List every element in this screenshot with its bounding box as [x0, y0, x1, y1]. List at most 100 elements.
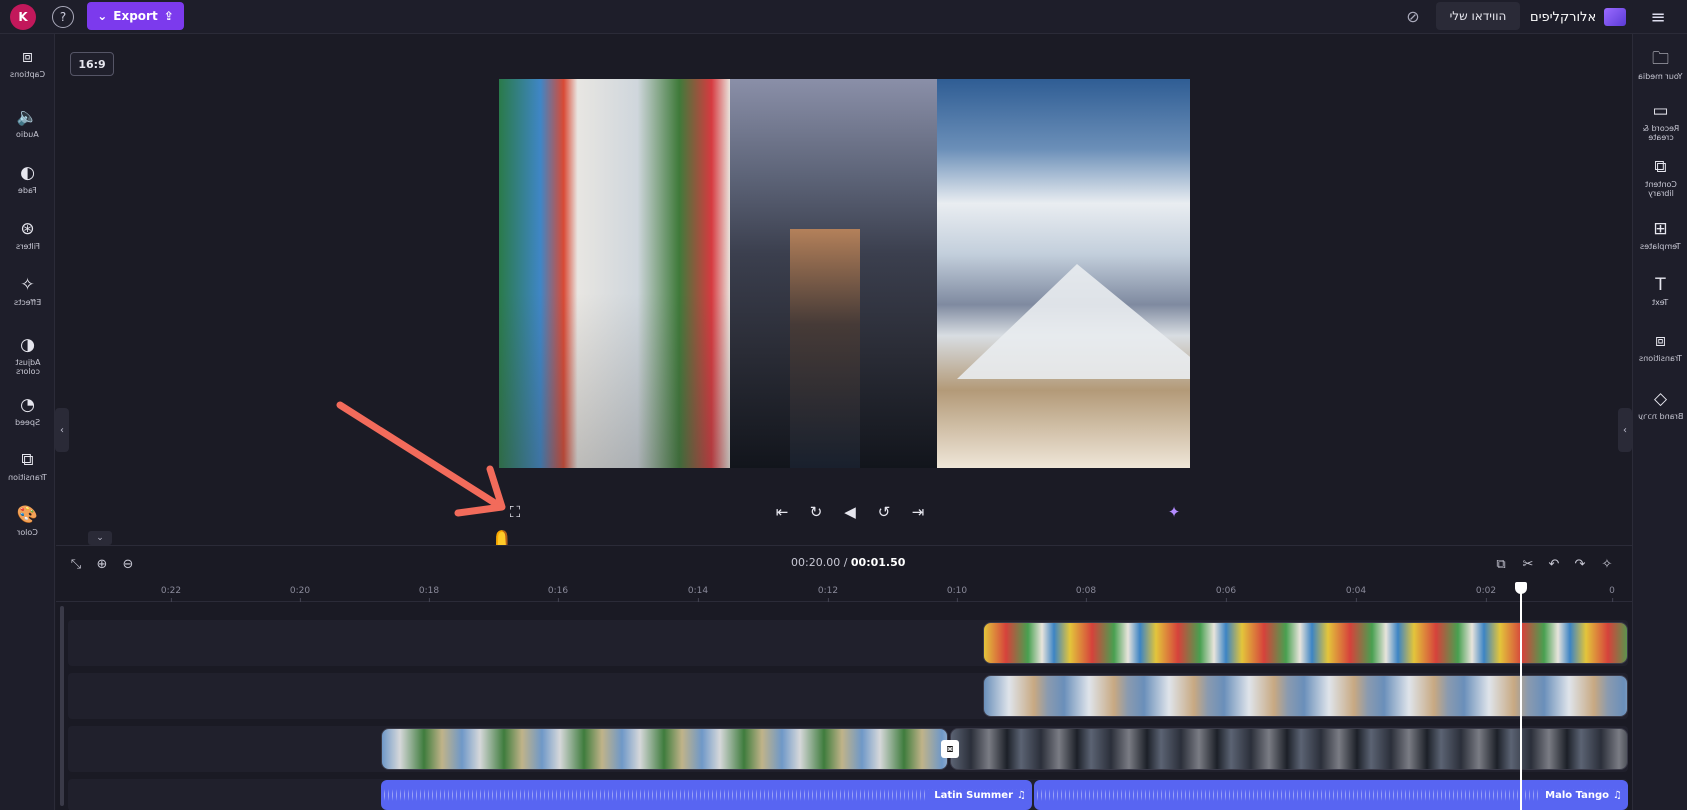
- ruler-tick: 0:10: [946, 586, 968, 602]
- transition-icon[interactable]: ⧈: [941, 740, 959, 758]
- scissors-icon[interactable]: ✂: [1518, 554, 1538, 574]
- brand-name: אלורקליפים: [1530, 9, 1597, 25]
- ruler-tick: 0:14: [687, 586, 709, 602]
- right-sidebar-item-icon: ▭: [1652, 101, 1669, 121]
- left-sidebar-item-icon: ◑: [20, 335, 35, 355]
- left-sidebar-item-label: Color: [17, 528, 38, 537]
- playhead[interactable]: [1515, 582, 1527, 810]
- zoom-in-icon[interactable]: ⊕: [92, 554, 112, 574]
- right-sidebar-item-icon: ⧉: [1654, 157, 1667, 177]
- left-sidebar-item-icon: ⧈: [22, 47, 33, 67]
- top-bar: K ? ⌄ Export ⇪ ⊘ הווידאו שלי אלורקליפים …: [0, 0, 1687, 34]
- add-media-icon[interactable]: ⧉: [1491, 554, 1511, 574]
- ruler-tick: 0:02: [1475, 586, 1497, 602]
- help-icon[interactable]: ?: [52, 6, 74, 28]
- video-clip-stadium[interactable]: [381, 728, 948, 770]
- vertical-scrollbar[interactable]: [60, 606, 64, 806]
- right-sidebar-item[interactable]: ⧈ Transitions: [1633, 330, 1687, 363]
- audio-clip-malo-tango[interactable]: Malo Tango ♫: [1034, 780, 1628, 810]
- current-time: 00:01.50: [850, 556, 906, 569]
- my-videos-button[interactable]: הווידאו שלי: [1436, 2, 1520, 30]
- preview-panel-mountain: [937, 79, 1190, 468]
- track-audio: Latin Summer ♫ Malo Tango ♫: [68, 779, 1628, 810]
- ruler-tick: 0:22: [160, 586, 182, 602]
- music-note-icon: ♫: [1017, 789, 1026, 801]
- right-sidebar-item-icon: 🗀: [1652, 49, 1669, 69]
- left-sidebar-item[interactable]: ⊛ Filters: [0, 218, 55, 251]
- video-clip-mountain[interactable]: [983, 675, 1628, 717]
- left-sidebar-item-icon: 🔈: [16, 107, 39, 127]
- right-sidebar-item[interactable]: ⧉ Content library: [1633, 156, 1687, 198]
- magic-icon[interactable]: ✧: [1597, 554, 1617, 574]
- video-clip-street[interactable]: [983, 622, 1628, 664]
- ruler-tick: 0:20: [289, 586, 311, 602]
- forward-5-icon[interactable]: ↻: [804, 500, 828, 524]
- timeline-collapse-toggle[interactable]: ⌄: [88, 531, 112, 545]
- logo-icon: [1604, 8, 1627, 26]
- ruler-tick: 0: [1609, 586, 1615, 602]
- track-video-3: ⧈: [68, 726, 1628, 772]
- right-sidebar-item-label: Templates: [1640, 242, 1681, 251]
- right-sidebar-item-icon: ⊞: [1653, 219, 1668, 239]
- left-sidebar-item-label: Adjust colors: [15, 358, 41, 376]
- left-panel-toggle[interactable]: ‹: [55, 408, 69, 452]
- music-note-icon: ♫: [1613, 789, 1622, 801]
- timeline: ⤡ ⊕ ⊖ 00:20.00 / 00:01.50 ⧉ ✂ ↶ ↷ ✧ 0:22…: [56, 545, 1632, 810]
- zoom-out-icon[interactable]: ⊖: [118, 554, 138, 574]
- left-sidebar-item[interactable]: ◑ Adjust colors: [0, 334, 55, 376]
- export-button[interactable]: ⌄ Export ⇪: [87, 2, 184, 30]
- left-sidebar-item[interactable]: ◐ Fade: [0, 162, 55, 195]
- right-sidebar-item[interactable]: ◇ Brand ערכת: [1633, 388, 1687, 421]
- right-sidebar-item[interactable]: 🗀 Your media: [1633, 48, 1687, 81]
- left-sidebar-item[interactable]: ⧉ Transition: [0, 449, 55, 482]
- right-sidebar-item-label: Record & create: [1642, 124, 1679, 142]
- right-sidebar-item-label: Brand ערכת: [1637, 412, 1684, 421]
- brand-logo[interactable]: אלורקליפים: [1530, 4, 1627, 30]
- left-sidebar-item-label: Fade: [18, 186, 37, 195]
- left-sidebar-item-icon: ⊛: [20, 219, 35, 239]
- playback-controls: ⇤ ↻ ◀ ↺ ⇥: [770, 500, 930, 524]
- ruler-tick: 0:16: [547, 586, 569, 602]
- redo-icon[interactable]: ↷: [1570, 554, 1590, 574]
- ruler-tick: 0:06: [1215, 586, 1237, 602]
- left-sidebar-item-icon: ⧉: [21, 450, 34, 470]
- left-sidebar-item[interactable]: ⧈ Captions: [0, 46, 55, 79]
- right-panel-toggle[interactable]: ‹: [1618, 408, 1632, 452]
- skip-end-icon[interactable]: ⇤: [770, 500, 794, 524]
- left-sidebar-item-label: Speed: [14, 418, 41, 427]
- video-clip-city[interactable]: [950, 728, 1628, 770]
- video-preview: [499, 79, 1190, 468]
- upload-icon: ⇪: [163, 9, 174, 23]
- skip-start-icon[interactable]: ⇥: [906, 500, 930, 524]
- left-sidebar-item[interactable]: 🎨 Color: [0, 504, 55, 537]
- magic-control: ✦: [1162, 500, 1186, 524]
- total-time: 00:20.00: [791, 556, 841, 569]
- export-label: Export: [113, 9, 158, 23]
- magic-wand-icon[interactable]: ✦: [1162, 500, 1186, 524]
- eye-off-icon[interactable]: ⊘: [1402, 5, 1424, 27]
- right-sidebar-item[interactable]: ⊞ Templates: [1633, 218, 1687, 251]
- preview-panel-city: [730, 79, 937, 468]
- left-sidebar-item[interactable]: ◔ Speed: [0, 394, 55, 427]
- menu-icon[interactable]: ≡: [1646, 6, 1670, 28]
- right-sidebar: 🗀 Your media ▭ Record & create ⧉ Content libr…: [1632, 34, 1687, 810]
- ruler-tick: 0:04: [1345, 586, 1367, 602]
- aspect-ratio-button[interactable]: 16:9: [70, 52, 114, 76]
- preview-panel-street: [499, 79, 730, 468]
- right-sidebar-item[interactable]: ▭ Record & create: [1633, 100, 1687, 142]
- fit-timeline-icon[interactable]: ⤡: [66, 554, 86, 574]
- user-avatar[interactable]: K: [10, 4, 36, 30]
- right-sidebar-item[interactable]: T Text: [1633, 274, 1687, 307]
- left-sidebar-item-icon: ◔: [20, 395, 35, 415]
- left-sidebar-item[interactable]: ✧ Effects: [0, 274, 55, 307]
- play-icon[interactable]: ◀: [838, 500, 862, 524]
- rewind-5-icon[interactable]: ↺: [872, 500, 896, 524]
- annotation-arrow: [336, 401, 506, 517]
- right-sidebar-item-label: Text: [1652, 298, 1669, 307]
- right-sidebar-item-icon: T: [1655, 275, 1666, 295]
- undo-icon[interactable]: ↶: [1544, 554, 1564, 574]
- audio-clip-label: Malo Tango: [1545, 789, 1610, 801]
- ruler-tick: 0:12: [817, 586, 839, 602]
- audio-clip-latin-summer[interactable]: Latin Summer ♫: [381, 780, 1032, 810]
- left-sidebar-item[interactable]: 🔈 Audio: [0, 106, 55, 139]
